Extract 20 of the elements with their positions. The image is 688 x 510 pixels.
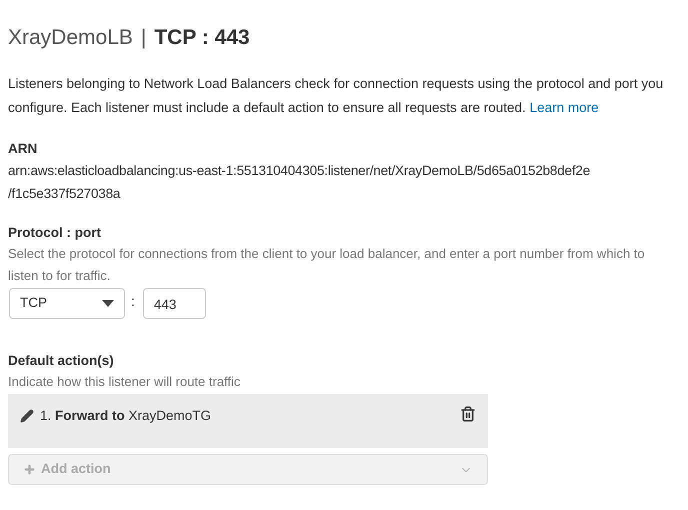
protocol-select[interactable]: TCP <box>9 288 125 319</box>
port-separator: : <box>131 292 135 311</box>
load-balancer-name: XrayDemoLB <box>8 26 133 50</box>
delete-icon[interactable] <box>460 406 476 422</box>
default-actions-label: Default action(s) <box>8 352 115 370</box>
plus-icon <box>23 463 36 476</box>
port-input[interactable]: 443 <box>142 288 206 319</box>
learn-more-link[interactable]: Learn more <box>530 100 599 115</box>
arn-value: arn:aws:elasticloadbalancing:us-east-1:551310404305:listener/net/XrayDemoLB/5d65a0152b8def2e <box>8 162 592 180</box>
action-text: 1. Forward to XrayDemoTG <box>40 407 212 425</box>
protocol-port-label: Protocol : port <box>8 224 102 242</box>
arn-label: ARN <box>8 140 38 158</box>
arn-value: /f1c5e337f527038a <box>8 185 122 203</box>
dropdown-caret-icon <box>102 300 114 307</box>
listener-description: Listeners belonging to Network Load Balancers check for connection requests using the protocol and port you configure. Each listener must include a default action to ensure all requests are routed. Learn more <box>8 75 664 117</box>
protocol-port-help: Select the protocol for connections from the client to your load balancer, and enter a port number from which to listen to for traffic. <box>8 245 646 285</box>
edit-icon[interactable] <box>20 409 34 424</box>
default-actions-help: Indicate how this listener will route traffic <box>8 373 242 391</box>
title-separator: | <box>140 26 146 50</box>
listener-title: TCP : 443 <box>154 26 250 50</box>
